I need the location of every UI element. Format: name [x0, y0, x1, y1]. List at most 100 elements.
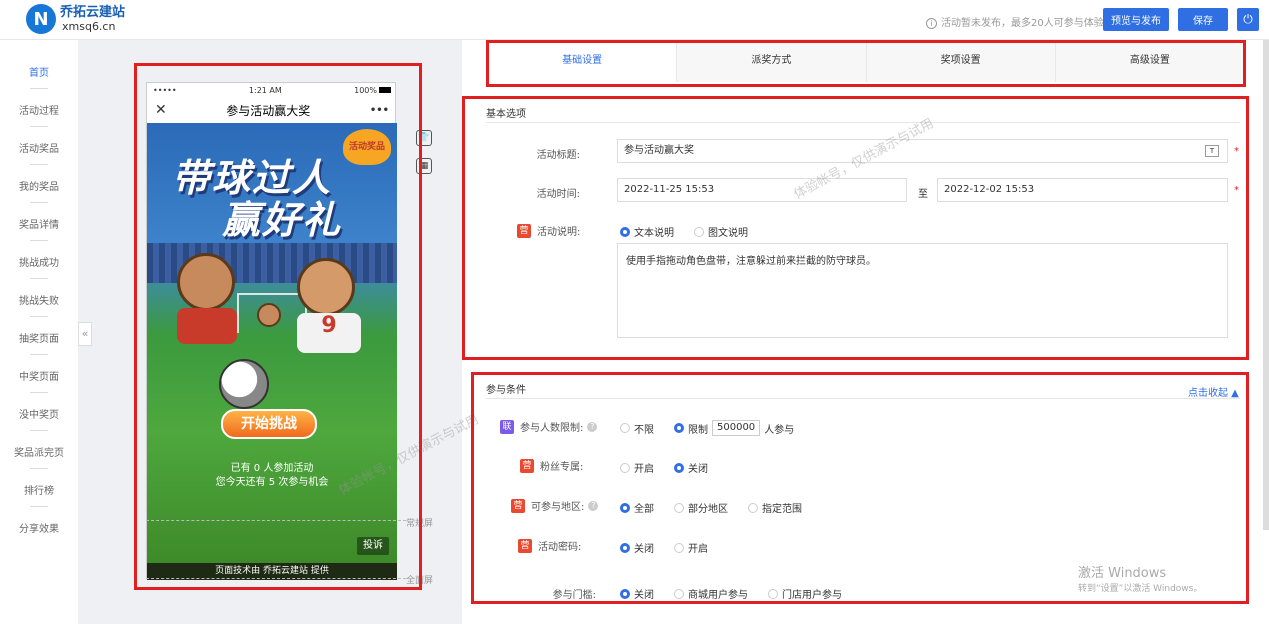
normal-screen-line [146, 520, 406, 521]
tab-award-method[interactable]: 派奖方式 [677, 42, 867, 82]
activity-poster: 活动奖品 带球过人 赢好礼 9 开始挑战 已有 0 人参加活动 您今天还有 5 … [147, 123, 397, 563]
threshold-option-store[interactable]: 门店用户参与 [768, 586, 842, 601]
nav-item-prizes[interactable]: 活动奖品 [0, 140, 78, 155]
threshold-options: 关闭 商城用户参与 门店用户参与 [620, 586, 862, 601]
left-nav: 首页 活动过程 活动奖品 我的奖品 奖品详情 挑战成功 挑战失败 抽奖页面 中奖… [0, 40, 78, 624]
conditions-section-title: 参与条件 [486, 385, 526, 396]
marketing-tag: 营 [518, 538, 532, 553]
limit-count-input[interactable]: 500000 [712, 420, 761, 436]
more-icon[interactable]: ••• [370, 105, 389, 116]
phone-page-title: 参与活动赢大奖 [226, 103, 311, 118]
tab-basic-settings[interactable]: 基础设置 [488, 42, 678, 82]
nav-item-challenge-success[interactable]: 挑战成功 [0, 254, 78, 269]
end-time-input[interactable]: 2022-12-02 15:53 [937, 178, 1228, 202]
desc-option-text[interactable]: 文本说明 [620, 224, 674, 239]
publish-notice: i 活动暂未发布，最多20人可参与体验 [926, 14, 1104, 29]
limit-options: 不限 限制 500000 人参与 [620, 420, 814, 436]
region-option-all[interactable]: 全部 [620, 500, 654, 515]
start-challenge-button[interactable]: 开始挑战 [221, 409, 317, 439]
fans-option-on[interactable]: 开启 [620, 460, 654, 475]
logo-icon: N [26, 4, 56, 34]
nav-item-process[interactable]: 活动过程 [0, 102, 78, 117]
soccer-ball [219, 359, 269, 409]
full-screen-label: 全面屏 [406, 576, 434, 586]
region-option-part[interactable]: 部分地区 [674, 500, 728, 515]
desc-option-image[interactable]: 图文说明 [694, 224, 748, 239]
settings-tabs: 基础设置 派奖方式 奖项设置 高级设置 [488, 42, 1244, 82]
limit-label: 联 参与人数限制:? [500, 419, 598, 434]
marketing-tag: 营 [520, 458, 534, 473]
preview-publish-button[interactable]: 预览与发布 [1103, 8, 1169, 31]
title-input[interactable]: 参与活动赢大奖 T [617, 139, 1228, 163]
nav-item-win-page[interactable]: 中奖页面 [0, 368, 78, 383]
poster-title: 带球过人 赢好礼 [172, 156, 343, 242]
collapse-sidebar-button[interactable]: « [78, 322, 92, 346]
info-icon: i [926, 18, 937, 29]
tab-prize-settings[interactable]: 奖项设置 [866, 42, 1056, 82]
nav-item-prizes-gone[interactable]: 奖品派完页 [0, 444, 78, 459]
close-icon[interactable]: ✕ [155, 102, 167, 118]
nav-item-no-win-page[interactable]: 没中奖页 [0, 406, 78, 421]
desc-textarea[interactable]: 使用手指拖动角色盘带，注意躲过前来拦截的防守球员。 [617, 243, 1228, 338]
password-option-off[interactable]: 关闭 [620, 540, 654, 555]
scrollbar[interactable] [1263, 40, 1269, 530]
desc-label: 营 活动说明: [517, 223, 580, 238]
nav-divider [30, 468, 48, 469]
nav-divider [30, 278, 48, 279]
phone-preview: ••••• 1:21 AM 100% ✕ 参与活动赢大奖 ••• 活动奖品 带球… [146, 82, 397, 580]
player-left-shirt [177, 308, 237, 344]
phone-status-bar: ••••• 1:21 AM 100% [147, 83, 397, 97]
nav-item-challenge-fail[interactable]: 挑战失败 [0, 292, 78, 307]
region-label: 营 可参与地区:? [511, 498, 599, 513]
help-icon[interactable]: ? [588, 500, 599, 511]
limit-option-none[interactable]: 不限 [620, 421, 654, 436]
player-right [297, 258, 355, 316]
fans-option-off[interactable]: 关闭 [674, 460, 708, 475]
section-divider [486, 122, 1240, 123]
power-icon[interactable]: ⏻ [1237, 8, 1259, 31]
fans-label: 营 粉丝专属: [520, 458, 583, 473]
save-button[interactable]: 保存 [1178, 8, 1228, 31]
help-icon[interactable]: ? [587, 421, 598, 432]
nav-divider [30, 316, 48, 317]
threshold-option-off[interactable]: 关闭 [620, 586, 654, 601]
region-option-range[interactable]: 指定范围 [748, 500, 802, 515]
nav-item-prize-detail[interactable]: 奖品详情 [0, 216, 78, 231]
start-time-input[interactable]: 2022-11-25 15:53 [617, 178, 907, 202]
battery-icon [378, 87, 391, 93]
nav-item-my-prizes[interactable]: 我的奖品 [0, 178, 78, 193]
tab-advanced-settings[interactable]: 高级设置 [1055, 42, 1244, 82]
brand-domain: xmsq6.cn [62, 19, 116, 33]
time-label: 活动时间: [536, 189, 580, 200]
shirt-icon[interactable]: 👕 [416, 130, 432, 146]
brand-logo[interactable]: N 乔拓云建站 xmsq6.cn [26, 4, 125, 34]
text-tool-icon[interactable]: T [1205, 145, 1219, 157]
nav-divider [30, 240, 48, 241]
player-middle [257, 303, 281, 327]
password-option-on[interactable]: 开启 [674, 540, 708, 555]
nav-item-leaderboard[interactable]: 排行榜 [0, 482, 78, 497]
required-mark: * [1234, 185, 1239, 196]
section-divider [486, 398, 1240, 399]
complain-button[interactable]: 投诉 [357, 537, 389, 555]
limit-option-limit[interactable]: 限制 500000 人参与 [674, 420, 794, 436]
nav-item-draw-page[interactable]: 抽奖页面 [0, 330, 78, 345]
nav-divider [30, 202, 48, 203]
player-left [177, 253, 235, 311]
collapse-conditions-link[interactable]: 点击收起 ▲ [1188, 384, 1239, 399]
fans-options: 开启 关闭 [620, 460, 728, 475]
desc-type-options: 文本说明 图文说明 [620, 224, 768, 239]
full-screen-line [146, 578, 406, 579]
phone-title-bar: ✕ 参与活动赢大奖 ••• [147, 97, 397, 123]
nav-divider [30, 164, 48, 165]
nav-item-home[interactable]: 首页 [0, 64, 78, 79]
windows-activation: 激活 Windows 转到“设置”以激活 Windows。 [1078, 566, 1203, 594]
nav-divider [30, 506, 48, 507]
title-label: 活动标题: [536, 150, 580, 161]
nav-item-share[interactable]: 分享效果 [0, 520, 78, 535]
nav-divider [30, 392, 48, 393]
password-options: 关闭 开启 [620, 540, 728, 555]
grid-icon[interactable]: ▦ [416, 158, 432, 174]
threshold-option-mall[interactable]: 商城用户参与 [674, 586, 748, 601]
phone-side-tools: 👕 ▦ [416, 130, 432, 186]
